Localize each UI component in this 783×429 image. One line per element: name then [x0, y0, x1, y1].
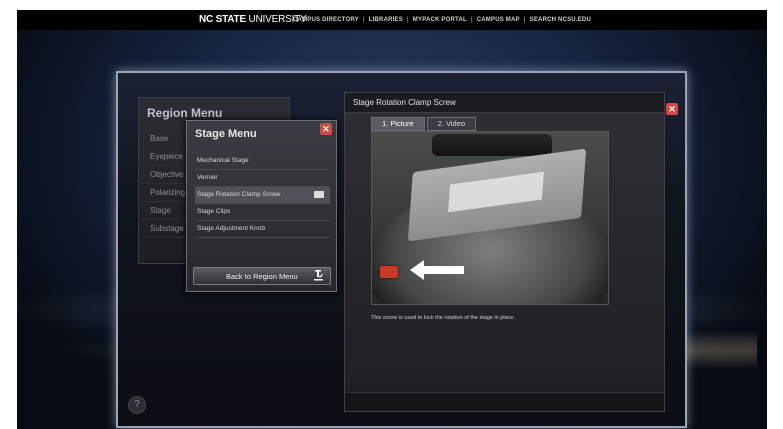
brand-bold: NC STATE — [199, 14, 246, 25]
microscope-icon — [312, 269, 324, 284]
close-icon[interactable]: ✕ — [320, 123, 332, 135]
app-stage: Region Menu Base Eyepiece Objective Pola… — [116, 71, 687, 428]
university-header: NC STATE UNIVERSITY CAMPUS DIRECTORY | L… — [17, 10, 767, 30]
stage-item-label: Stage Clips — [197, 208, 231, 215]
link-campus-map[interactable]: CAMPUS MAP — [477, 17, 520, 23]
panel-tabs: 1. Picture 2. Video — [371, 117, 477, 131]
link-campus-directory[interactable]: CAMPUS DIRECTORY — [293, 17, 359, 23]
back-to-region-button[interactable]: Back to Region Menu — [193, 267, 331, 285]
link-libraries[interactable]: LIBRARIES — [369, 17, 403, 23]
stage-item-vernier[interactable]: Vernier — [195, 170, 330, 187]
header-links: CAMPUS DIRECTORY | LIBRARIES | MYPACK PO… — [293, 17, 591, 23]
panel-footer — [345, 392, 664, 411]
clamp-screw-highlight — [380, 266, 398, 278]
microscope-stage-photo — [371, 131, 609, 305]
back-button-label: Back to Region Menu — [226, 272, 298, 281]
stage-item-stage-clips[interactable]: Stage Clips — [195, 204, 330, 221]
separator: | — [470, 17, 473, 23]
help-icon[interactable]: ? — [128, 396, 146, 414]
selected-indicator-icon — [314, 191, 324, 198]
microscope-arm — [432, 134, 552, 156]
stage-item-mechanical-stage[interactable]: Mechanical Stage — [195, 153, 330, 170]
university-logo[interactable]: NC STATE UNIVERSITY — [199, 14, 307, 25]
tab-video[interactable]: 2. Video — [426, 117, 477, 131]
region-menu-title: Region Menu — [147, 106, 223, 120]
stage-menu-title: Stage Menu — [195, 128, 257, 140]
stage-menu: Stage Menu ✕ Mechanical Stage Vernier St… — [186, 120, 337, 292]
tab-picture[interactable]: 1. Picture — [371, 117, 425, 131]
stage-menu-list: Mechanical Stage Vernier Stage Rotation … — [195, 153, 330, 238]
stage-item-label: Mechanical Stage — [197, 157, 249, 164]
separator: | — [406, 17, 409, 23]
link-search[interactable]: SEARCH NCSU.EDU — [530, 17, 591, 23]
link-mypack-portal[interactable]: MYPACK PORTAL — [413, 17, 467, 23]
separator: | — [523, 17, 526, 23]
panel-title: Stage Rotation Clamp Screw — [345, 93, 664, 113]
content-panel: Stage Rotation Clamp Screw 1. Picture 2.… — [344, 92, 665, 412]
photo-caption: This screw is used to lock the rotation … — [371, 315, 515, 321]
stage-item-adjustment-knob[interactable]: Stage Adjustment Knob — [195, 221, 330, 238]
separator: | — [362, 17, 365, 23]
close-icon[interactable]: ✕ — [666, 103, 678, 115]
arrow-left-icon — [410, 260, 464, 280]
stage-item-rotation-clamp-screw[interactable]: Stage Rotation Clamp Screw — [195, 187, 330, 204]
app-frame: NC STATE UNIVERSITY CAMPUS DIRECTORY | L… — [17, 10, 767, 429]
stage-item-label: Stage Adjustment Knob — [197, 225, 265, 232]
stage-item-label: Stage Rotation Clamp Screw — [197, 191, 281, 198]
stage-item-label: Vernier — [197, 174, 218, 181]
